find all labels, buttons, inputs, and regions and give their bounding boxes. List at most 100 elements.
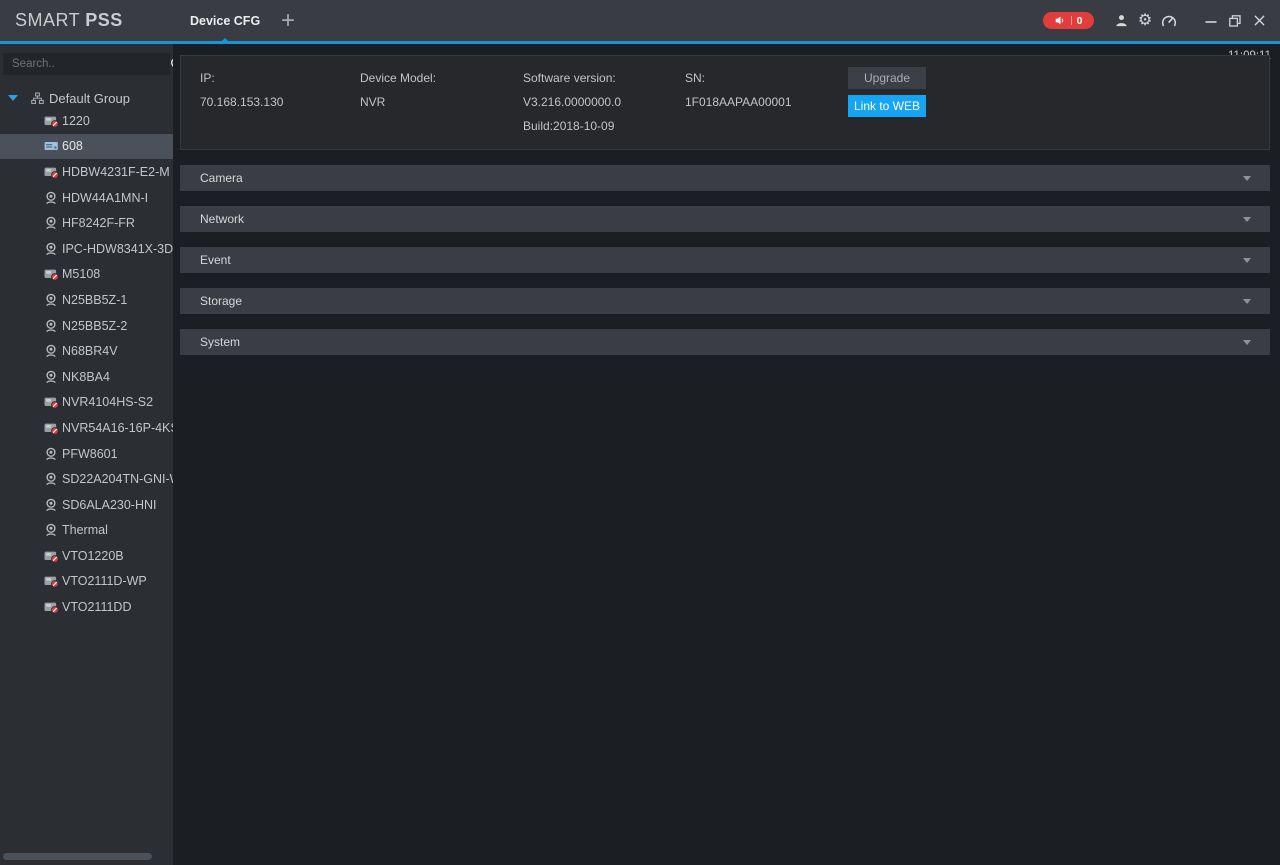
expand-arrow-icon[interactable] xyxy=(8,95,18,101)
camera-offline-icon xyxy=(44,600,59,614)
nvr-device-icon xyxy=(44,139,59,153)
device-cfg-content: 11:09:11 IP: 70.168.153.130 Device Model… xyxy=(173,44,1280,865)
camera-online-icon xyxy=(44,293,59,307)
smartpss-window: SMART PSS Device CFG + 0 ⚙ Search.. Defa… xyxy=(0,0,1280,865)
link-to-web-button[interactable]: Link to WEB xyxy=(848,95,926,117)
group-label: Default Group xyxy=(49,90,130,106)
camera-online-icon xyxy=(44,370,59,384)
device-label: HDW44A1MN-I xyxy=(62,190,149,205)
device-tree-item[interactable]: 608 xyxy=(0,133,173,160)
gear-icon[interactable]: ⚙ xyxy=(1133,9,1157,33)
sn-label: SN: xyxy=(685,71,706,85)
camera-online-icon xyxy=(44,216,59,230)
device-tree-item[interactable]: IPC-HDW8341X-3D xyxy=(0,236,173,262)
device-tree-item[interactable]: VTO2111DD xyxy=(0,594,173,620)
camera-online-icon xyxy=(44,523,59,537)
camera-offline-icon xyxy=(44,549,59,563)
upgrade-button[interactable]: Upgrade xyxy=(848,67,926,89)
device-tree-item[interactable]: HDBW4231F-E2-M xyxy=(0,159,173,185)
device-tree-item[interactable]: Thermal xyxy=(0,518,173,544)
camera-online-icon xyxy=(44,344,59,358)
accordion-section[interactable]: Event xyxy=(180,247,1270,273)
minimize-icon[interactable] xyxy=(1199,9,1223,33)
sn-value: 1F018AAPAA00001 xyxy=(685,95,792,109)
section-label: System xyxy=(200,335,241,349)
new-tab-button[interactable]: + xyxy=(281,0,295,41)
device-label: 608 xyxy=(62,139,83,154)
model-label: Device Model: xyxy=(360,71,437,85)
device-label: HF8242F-FR xyxy=(62,216,135,231)
accordion-section[interactable]: System xyxy=(180,329,1270,355)
search-input[interactable] xyxy=(3,58,170,70)
device-tree-item[interactable]: SD22A204TN-GNI-W xyxy=(0,466,173,492)
chevron-down-icon xyxy=(1243,299,1251,304)
device-tree-item[interactable]: SD6ALA230-HNI xyxy=(0,492,173,518)
section-label: Camera xyxy=(200,171,243,185)
alarm-counter-button[interactable]: 0 xyxy=(1043,12,1094,29)
device-tree-item[interactable]: VTO2111D-WP xyxy=(0,569,173,595)
device-tree-item[interactable]: HDW44A1MN-I xyxy=(0,185,173,211)
software-version-label: Software version: xyxy=(523,71,616,85)
device-tree-item[interactable]: N25BB5Z-2 xyxy=(0,313,173,339)
close-icon[interactable] xyxy=(1247,9,1271,33)
camera-offline-icon xyxy=(44,165,59,179)
camera-offline-icon xyxy=(44,421,59,435)
section-label: Storage xyxy=(200,294,243,308)
device-tree-item[interactable]: 1220 xyxy=(0,108,173,134)
device-tree-item[interactable]: M5108 xyxy=(0,262,173,288)
device-list: 1220 608 HDBW4231F-E2-M HDW44A1MN-I HF82… xyxy=(0,108,173,620)
device-label: N25BB5Z-1 xyxy=(62,292,128,307)
accordion-section[interactable]: Network xyxy=(180,206,1270,232)
alarm-count: 0 xyxy=(1076,14,1083,27)
camera-offline-icon xyxy=(44,114,59,128)
tree-group-default[interactable]: Default Group xyxy=(0,86,173,110)
camera-offline-icon xyxy=(44,574,59,589)
chevron-down-icon xyxy=(1243,217,1251,222)
camera-online-icon xyxy=(44,472,59,486)
device-tree-item[interactable]: NVR54A16-16P-4KS xyxy=(0,415,173,441)
device-tree-item[interactable]: HF8242F-FR xyxy=(0,210,173,236)
device-label: SD22A204TN-GNI-W xyxy=(62,472,173,487)
titlebar: SMART PSS Device CFG + 0 ⚙ xyxy=(0,0,1280,44)
chevron-down-icon xyxy=(1243,176,1251,181)
tab-label: Device CFG xyxy=(190,13,261,28)
device-label: SD6ALA230-HNI xyxy=(62,497,157,512)
device-tree-item[interactable]: PFW8601 xyxy=(0,441,173,467)
section-label: Network xyxy=(200,212,245,226)
chevron-down-icon xyxy=(1243,340,1251,345)
config-sections: Camera Network Event Storage System xyxy=(180,165,1270,370)
camera-online-icon xyxy=(44,319,59,333)
device-label: PFW8601 xyxy=(62,446,118,461)
model-value: NVR xyxy=(360,95,386,109)
gauge-icon[interactable] xyxy=(1157,9,1181,33)
pill-divider xyxy=(1070,16,1072,25)
camera-offline-icon xyxy=(44,267,59,282)
speaker-icon xyxy=(1055,15,1066,26)
search-box xyxy=(3,53,173,75)
camera-online-icon xyxy=(44,447,59,461)
device-label: NK8BA4 xyxy=(62,369,110,384)
camera-offline-icon xyxy=(44,395,59,410)
accordion-section[interactable]: Storage xyxy=(180,288,1270,314)
device-label: Thermal xyxy=(62,523,108,538)
camera-online-icon xyxy=(44,191,59,205)
device-tree-item[interactable]: NK8BA4 xyxy=(0,364,173,390)
tab-device-cfg[interactable]: Device CFG xyxy=(178,0,272,44)
accordion-section[interactable]: Camera xyxy=(180,165,1270,191)
group-sitemap-icon xyxy=(31,92,44,105)
device-label: 1220 xyxy=(62,113,90,128)
user-icon[interactable] xyxy=(1109,9,1133,33)
ip-value: 70.168.153.130 xyxy=(200,95,284,109)
horizontal-scrollbar-thumb[interactable] xyxy=(3,853,152,860)
device-label: M5108 xyxy=(62,267,101,282)
device-tree-item[interactable]: VTO1220B xyxy=(0,543,173,569)
device-label: VTO2111D-WP xyxy=(62,574,147,589)
restore-icon[interactable] xyxy=(1223,9,1247,33)
device-tree-item[interactable]: NVR4104HS-S2 xyxy=(0,390,173,416)
device-info-panel: IP: 70.168.153.130 Device Model: NVR Sof… xyxy=(180,55,1270,150)
device-tree-item[interactable]: N25BB5Z-1 xyxy=(0,287,173,313)
window-controls xyxy=(1199,9,1271,33)
titlebar-controls: 0 ⚙ xyxy=(1043,0,1271,41)
app-logo: SMART PSS xyxy=(15,0,123,41)
device-tree-item[interactable]: N68BR4V xyxy=(0,338,173,364)
